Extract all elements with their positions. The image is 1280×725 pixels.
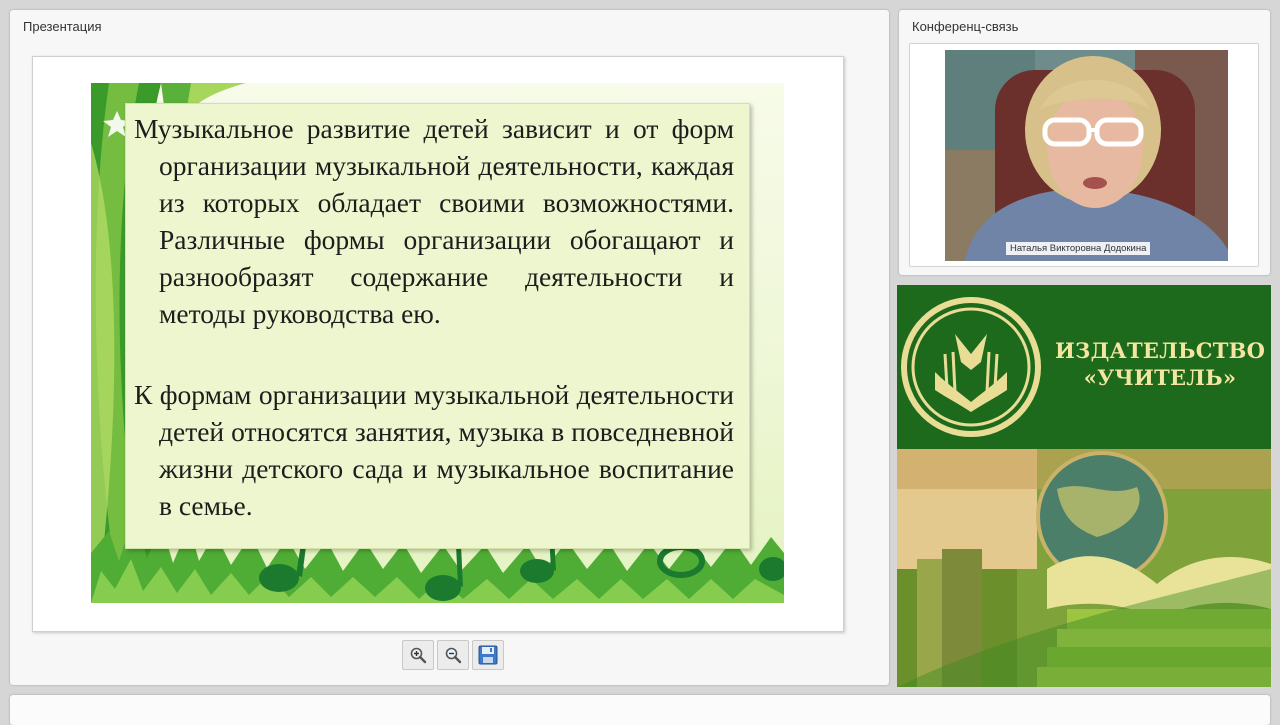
publisher-logo [901, 297, 1041, 437]
save-icon [478, 645, 498, 665]
publisher-title-line-1: ИЗДАТЕЛЬСТВО [1055, 338, 1266, 363]
conference-panel: Конференц-связь Наталья Викторовна Додок… [899, 10, 1270, 275]
participant-name-label: Наталья Викторовна Додокина [1006, 242, 1151, 255]
books-globe-illustration [897, 449, 1271, 687]
zoom-out-icon [445, 647, 462, 664]
publisher-title: ИЗДАТЕЛЬСТВО «УЧИТЕЛЬ» [1055, 337, 1265, 391]
save-button[interactable] [472, 640, 504, 670]
participant-video[interactable]: Наталья Викторовна Додокина [945, 50, 1228, 261]
bottom-panel [10, 695, 1270, 725]
slide-toolbar [402, 640, 504, 670]
slide-paragraph-1: Музыкальное развитие детей зависит и от … [134, 113, 734, 329]
slide-viewer[interactable]: Музыкальное развитие детей зависит и от … [32, 56, 844, 632]
publisher-banner[interactable]: ИЗДАТЕЛЬСТВО «УЧИТЕЛЬ» [897, 285, 1271, 687]
participant-video-image [945, 50, 1228, 261]
publisher-banner-header: ИЗДАТЕЛЬСТВО «УЧИТЕЛЬ» [897, 285, 1271, 449]
zoom-out-button[interactable] [437, 640, 469, 670]
presentation-slide: Музыкальное развитие детей зависит и от … [91, 83, 784, 603]
slide-text-box: Музыкальное развитие детей зависит и от … [125, 103, 750, 549]
conference-panel-title: Конференц-связь [912, 19, 1019, 34]
publisher-title-line-2: «УЧИТЕЛЬ» [1083, 365, 1237, 390]
publisher-banner-image [897, 449, 1271, 687]
slide-paragraph-2: К формам организации музыкальной деятель… [134, 379, 734, 521]
zoom-in-icon [410, 647, 427, 664]
zoom-in-button[interactable] [402, 640, 434, 670]
presentation-panel-title: Презентация [23, 19, 102, 34]
presentation-panel: Презентация Музыкальное развитие детей з… [10, 10, 889, 685]
video-frame: Наталья Викторовна Додокина [909, 43, 1259, 267]
